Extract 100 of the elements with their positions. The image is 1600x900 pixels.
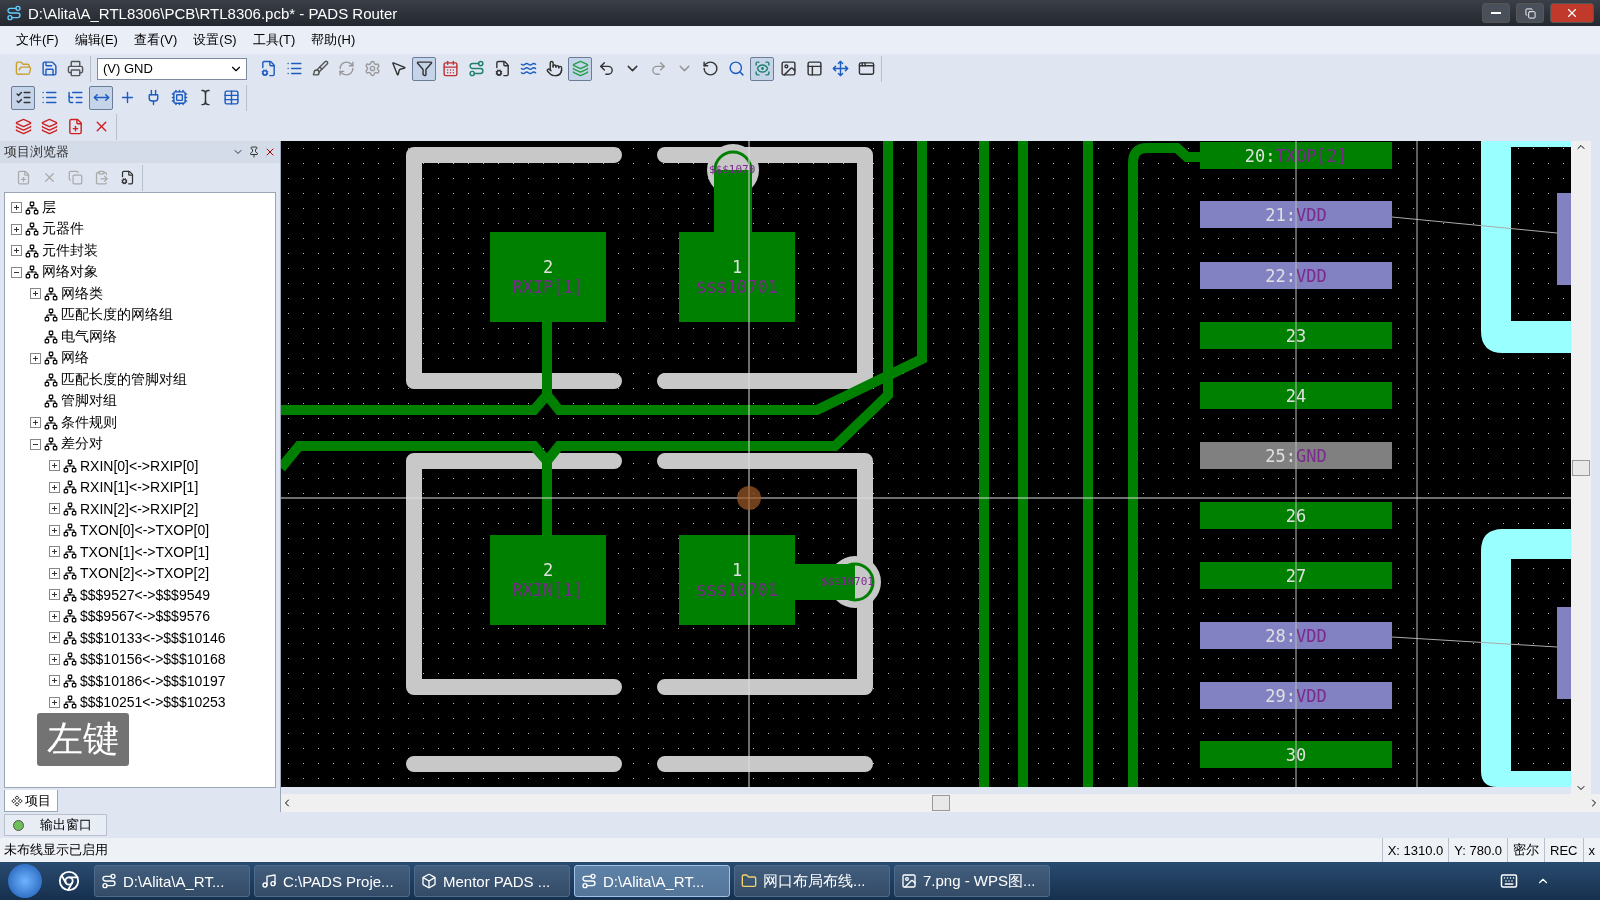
net-dropdown[interactable]: (V) GND — [97, 57, 247, 80]
collapse-icon[interactable] — [30, 438, 41, 450]
taskbar-button[interactable]: D:\Alita\A_RT... — [94, 865, 250, 897]
window-icon — [805, 60, 823, 77]
tree-item[interactable]: 电气网络 — [61, 327, 117, 346]
expand-icon[interactable] — [11, 202, 22, 214]
expand-icon[interactable] — [30, 417, 41, 429]
expand-icon[interactable] — [30, 288, 41, 300]
zoom-eye-button[interactable] — [750, 56, 774, 81]
project-icon — [11, 794, 23, 807]
tree-item[interactable]: 网络类 — [61, 284, 103, 303]
menu-item[interactable]: 设置(S) — [187, 29, 243, 51]
expand-icon[interactable] — [49, 546, 60, 558]
tree-node-icon — [44, 308, 58, 323]
vertical-scrollbar[interactable] — [1571, 141, 1591, 794]
expand-icon[interactable] — [49, 696, 60, 708]
expand-icon[interactable] — [30, 352, 41, 364]
tree-item[interactable]: RXIN[2]<->RXIP[2] — [80, 500, 199, 517]
drc-check-icon — [14, 89, 32, 106]
tree-item[interactable]: $$$10156<->$$$10168 — [80, 651, 226, 668]
filter-button[interactable] — [412, 56, 436, 81]
menu-item[interactable]: 编辑(E) — [68, 29, 124, 51]
horizontal-scrollbar[interactable] — [281, 794, 1600, 812]
tree-item[interactable]: 网络 — [61, 349, 89, 368]
tree-item[interactable]: 匹配长度的管脚对组 — [61, 370, 187, 389]
panel-tab[interactable]: 项目 — [4, 790, 58, 812]
window-title: D:\Alita\A_RTL8306\PCB\RTL8306.pcb* - PADS Router — [28, 4, 399, 22]
tree-item[interactable]: RXIN[1]<->RXIP[1] — [80, 479, 199, 496]
tree-item[interactable]: 匹配长度的网络组 — [61, 306, 173, 325]
image-icon — [901, 873, 917, 889]
collapse-icon[interactable] — [11, 266, 22, 278]
browser-icon[interactable] — [58, 870, 80, 892]
close-icon[interactable] — [264, 146, 276, 158]
tree-item[interactable]: TXON[0]<->TXOP[0] — [80, 522, 210, 539]
scroll-thumb[interactable] — [1572, 459, 1590, 476]
taskbar-button[interactable]: 7.png - WPS图... — [894, 865, 1050, 897]
tree-item[interactable]: $$$9527<->$$$9549 — [80, 586, 211, 603]
tree-item[interactable]: RXIN[0]<->RXIP[0] — [80, 457, 199, 474]
app-icon — [581, 873, 597, 889]
tree-item[interactable]: $$$9567<->$$$9576 — [80, 608, 211, 625]
folder-icon — [14, 60, 32, 77]
taskbar-button[interactable]: Mentor PADS ... — [414, 865, 570, 897]
app-icon — [261, 873, 277, 889]
expand-icon[interactable] — [11, 245, 22, 257]
expand-icon[interactable] — [49, 653, 60, 665]
expand-icon[interactable] — [49, 481, 60, 493]
tree-item[interactable]: 元件封装 — [42, 241, 98, 260]
spacing-button[interactable] — [89, 85, 113, 110]
tree-node-icon — [63, 480, 77, 495]
expand-icon[interactable] — [49, 460, 60, 472]
tree-node-icon — [25, 265, 39, 280]
search-icon — [727, 60, 745, 77]
undo-icon — [597, 60, 615, 77]
taskbar-button[interactable]: C:\PADS Proje... — [254, 865, 410, 897]
layers-icon — [571, 60, 589, 77]
scroll-thumb[interactable] — [931, 795, 950, 811]
redo-icon — [649, 60, 667, 77]
expand-icon[interactable] — [49, 610, 60, 622]
refresh-icon — [337, 60, 355, 77]
tree-node-icon — [25, 222, 39, 237]
expand-icon[interactable] — [49, 524, 60, 536]
menu-item[interactable]: 帮助(H) — [305, 29, 362, 51]
close-button[interactable] — [1550, 3, 1594, 23]
expand-icon[interactable] — [49, 567, 60, 579]
start-button[interactable] — [8, 864, 42, 898]
expand-icon[interactable] — [49, 589, 60, 601]
new-file-icon — [15, 170, 31, 185]
brush-icon — [311, 60, 329, 77]
tree-item[interactable]: 网络对象 — [42, 263, 98, 282]
drc-check-button[interactable] — [11, 85, 35, 110]
keyboard-icon[interactable] — [1500, 872, 1518, 890]
cursor-dot — [737, 486, 761, 510]
expand-icon[interactable] — [11, 223, 22, 235]
tree-item[interactable]: 层 — [42, 198, 56, 217]
menu-item[interactable]: 文件(F) — [10, 29, 65, 51]
tree-item[interactable]: 元器件 — [42, 220, 84, 239]
pin-icon[interactable] — [248, 146, 260, 158]
tree-item[interactable]: 条件规则 — [61, 413, 117, 432]
tree-item[interactable]: 管脚对组 — [61, 392, 117, 411]
menu-item[interactable]: 工具(T) — [246, 29, 302, 51]
tree-item[interactable]: $$$10133<->$$$10146 — [80, 629, 226, 646]
minimize-button[interactable] — [1482, 3, 1510, 23]
ic-pad: 29:VDD — [1200, 682, 1392, 709]
tree-item[interactable]: $$$10186<->$$$10197 — [80, 672, 226, 689]
expand-icon[interactable] — [49, 675, 60, 687]
list-tree-icon — [66, 89, 84, 106]
restore-button[interactable] — [1516, 3, 1544, 23]
tree-item[interactable]: TXON[2]<->TXOP[2] — [80, 565, 210, 582]
tree-item[interactable]: $$$10251<->$$$10253 — [80, 694, 226, 711]
menu-item[interactable]: 查看(V) — [127, 29, 184, 51]
save-icon — [40, 60, 58, 77]
expand-icon[interactable] — [49, 503, 60, 515]
document-icon — [493, 60, 511, 77]
taskbar-button[interactable]: 网口布局布线... — [734, 865, 890, 897]
tree-item[interactable]: 差分对 — [61, 435, 103, 454]
key-overlay: 左键 — [37, 713, 129, 766]
expand-icon[interactable] — [49, 632, 60, 644]
output-window-tab[interactable]: 输出窗口 — [4, 814, 107, 836]
taskbar-button[interactable]: D:\Alita\A_RT... — [574, 865, 730, 897]
tree-item[interactable]: TXON[1]<->TXOP[1] — [80, 543, 210, 560]
